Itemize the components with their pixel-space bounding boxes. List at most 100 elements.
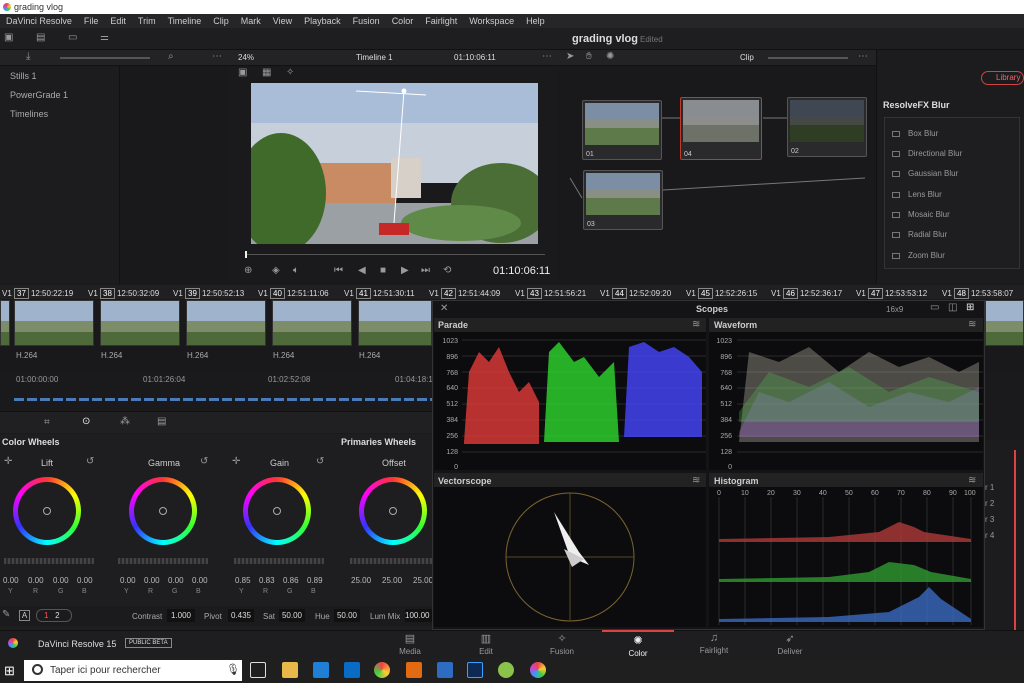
photoshop-icon[interactable] [467,662,483,678]
node-more-icon[interactable]: ⋯ [858,51,868,62]
keyframe-playhead[interactable] [1014,450,1016,630]
gain-y[interactable]: 0.85 [235,576,251,585]
clip-40[interactable]: V1 40 12:51:11:06 [258,288,329,299]
loop-icon[interactable]: ⟲ [443,265,451,276]
taskbar-search[interactable]: Taper ici pour rechercher [24,660,242,681]
menu-view[interactable]: View [267,16,298,26]
menu-timeline[interactable]: Timeline [162,16,208,26]
node-02[interactable]: 02 [787,97,867,157]
pointer-icon[interactable]: ➤ [566,51,574,62]
menu-trim[interactable]: Trim [132,16,162,26]
wheels-mode-selector[interactable]: Primaries Wheels [341,437,416,447]
fx-zoom-blur[interactable]: Zoom Blur [892,251,945,260]
clip-48[interactable]: V1 48 12:53:58:07 [942,288,1013,299]
more-icon[interactable]: ⋯ [212,51,222,62]
hue-value[interactable]: 50.00 [334,609,360,622]
gamma-wheel[interactable] [129,477,197,545]
gain-b[interactable]: 0.89 [307,576,323,585]
viewer-fx-icon[interactable]: ✧ [286,67,294,78]
playhead[interactable] [245,251,247,258]
parade-settings-icon[interactable]: ≋ [692,319,700,330]
menu-mark[interactable]: Mark [235,16,267,26]
fx-mosaic-blur[interactable]: Mosaic Blur [892,210,950,219]
scopes-close-icon[interactable]: ✕ [440,303,448,314]
skip-start-icon[interactable]: ⏮︎ [334,265,343,276]
viewer-scrubber[interactable] [245,254,545,255]
clip-thumb-40[interactable] [186,300,266,346]
histogram-title[interactable]: Histogram [714,476,759,486]
menu-help[interactable]: Help [520,16,551,26]
page-selector[interactable]: 1 2 [36,609,72,622]
pivot-value[interactable]: 0.435 [228,609,254,622]
gain-g[interactable]: 0.86 [283,576,299,585]
viewer-image[interactable] [251,83,538,244]
page-2[interactable]: 2 [55,611,59,620]
parade-title[interactable]: Parade [438,320,468,330]
waveform-title[interactable]: Waveform [714,320,757,330]
volume-icon[interactable]: 🔈︎ [293,265,299,276]
page-deliver[interactable]: ➶ Deliver [760,632,820,656]
scopes-layout[interactable]: 16x9 [886,305,903,314]
node-04[interactable]: 04 [680,97,762,160]
search-icon[interactable]: ⌕ [168,51,174,62]
fx-box-blur[interactable]: Box Blur [892,129,938,138]
page-fusion[interactable]: ✧ Fusion [532,632,592,656]
picker-tool-icon[interactable]: ✎ [2,609,10,620]
resolve-taskbar-icon[interactable] [530,662,546,678]
lift-g[interactable]: 0.00 [53,576,69,585]
gamma-master-slider[interactable] [118,558,208,564]
firefox-icon[interactable] [406,662,422,678]
media-pool-icon[interactable]: ▭ [68,32,77,43]
clip-41[interactable]: V1 41 12:51:30:11 [344,288,415,299]
gamma-b[interactable]: 0.00 [192,576,208,585]
clips-icon[interactable]: ⚌ [100,32,109,43]
gain-reset-icon[interactable]: ↺ [316,456,324,467]
gallery-zoom-slider[interactable] [60,57,150,59]
lift-master-slider[interactable] [4,558,94,564]
layout-dual-icon[interactable]: ◫ [948,302,957,313]
viewer-target-icon[interactable]: ⊕ [244,265,252,276]
page-color[interactable]: ✺ Color [602,630,674,658]
lift-r[interactable]: 0.00 [28,576,44,585]
mini-timeline[interactable] [0,371,432,411]
offset-b[interactable]: 25.00 [413,576,432,585]
offset-wheel[interactable] [359,477,427,545]
curves-icon[interactable]: ⌗ [44,417,50,428]
timeline-clips[interactable] [14,398,432,401]
zoom-level[interactable]: 24% [238,53,254,62]
gain-wheel[interactable] [243,477,311,545]
fx-lens-blur[interactable]: Lens Blur [892,190,942,199]
layout-quad-icon[interactable]: ⊞ [966,302,974,313]
auto-balance-icon[interactable]: A [19,610,30,621]
offset-master-slider[interactable] [350,558,432,564]
hand-icon[interactable]: ✋︎ [586,51,592,62]
clip-thumb-37[interactable] [0,300,10,346]
clip-47[interactable]: V1 47 12:53:53:12 [856,288,927,299]
gallery-powergrade[interactable]: PowerGrade 1 [10,90,68,100]
lut-icon[interactable]: ▤ [36,32,45,43]
skip-end-icon[interactable]: ⏭︎ [421,265,430,276]
gain-r[interactable]: 0.83 [259,576,275,585]
page-media[interactable]: ▤ Media [380,632,440,656]
lift-reset-icon[interactable]: ↺ [86,456,94,467]
menu-workspace[interactable]: Workspace [463,16,520,26]
clip-38[interactable]: V1 38 12:50:32:09 [88,288,159,299]
viewer-layers-icon[interactable]: ◈ [272,265,280,276]
menu-fairlight[interactable]: Fairlight [419,16,463,26]
gallery-icon[interactable]: ▣ [4,32,13,43]
gain-master-slider[interactable] [234,558,324,564]
gallery-timelines[interactable]: Timelines [10,109,48,119]
gamma-y[interactable]: 0.00 [120,576,136,585]
gamma-r[interactable]: 0.00 [144,576,160,585]
clip-thumb-39[interactable] [100,300,180,346]
gamma-reset-icon[interactable]: ↺ [200,456,208,467]
fx-gaussian-blur[interactable]: Gaussian Blur [892,169,958,178]
menu-davinci[interactable]: DaVinci Resolve [0,16,78,26]
gain-picker-icon[interactable]: ✛ [232,456,240,467]
clip-thumb-48[interactable] [985,300,1024,346]
offset-g[interactable]: 25.00 [382,576,402,585]
color-wheels-icon[interactable]: ⊙ [82,416,90,427]
page-edit[interactable]: ▥ Edit [456,632,516,656]
vectorscope-title[interactable]: Vectorscope [438,476,492,486]
gamma-g[interactable]: 0.00 [168,576,184,585]
